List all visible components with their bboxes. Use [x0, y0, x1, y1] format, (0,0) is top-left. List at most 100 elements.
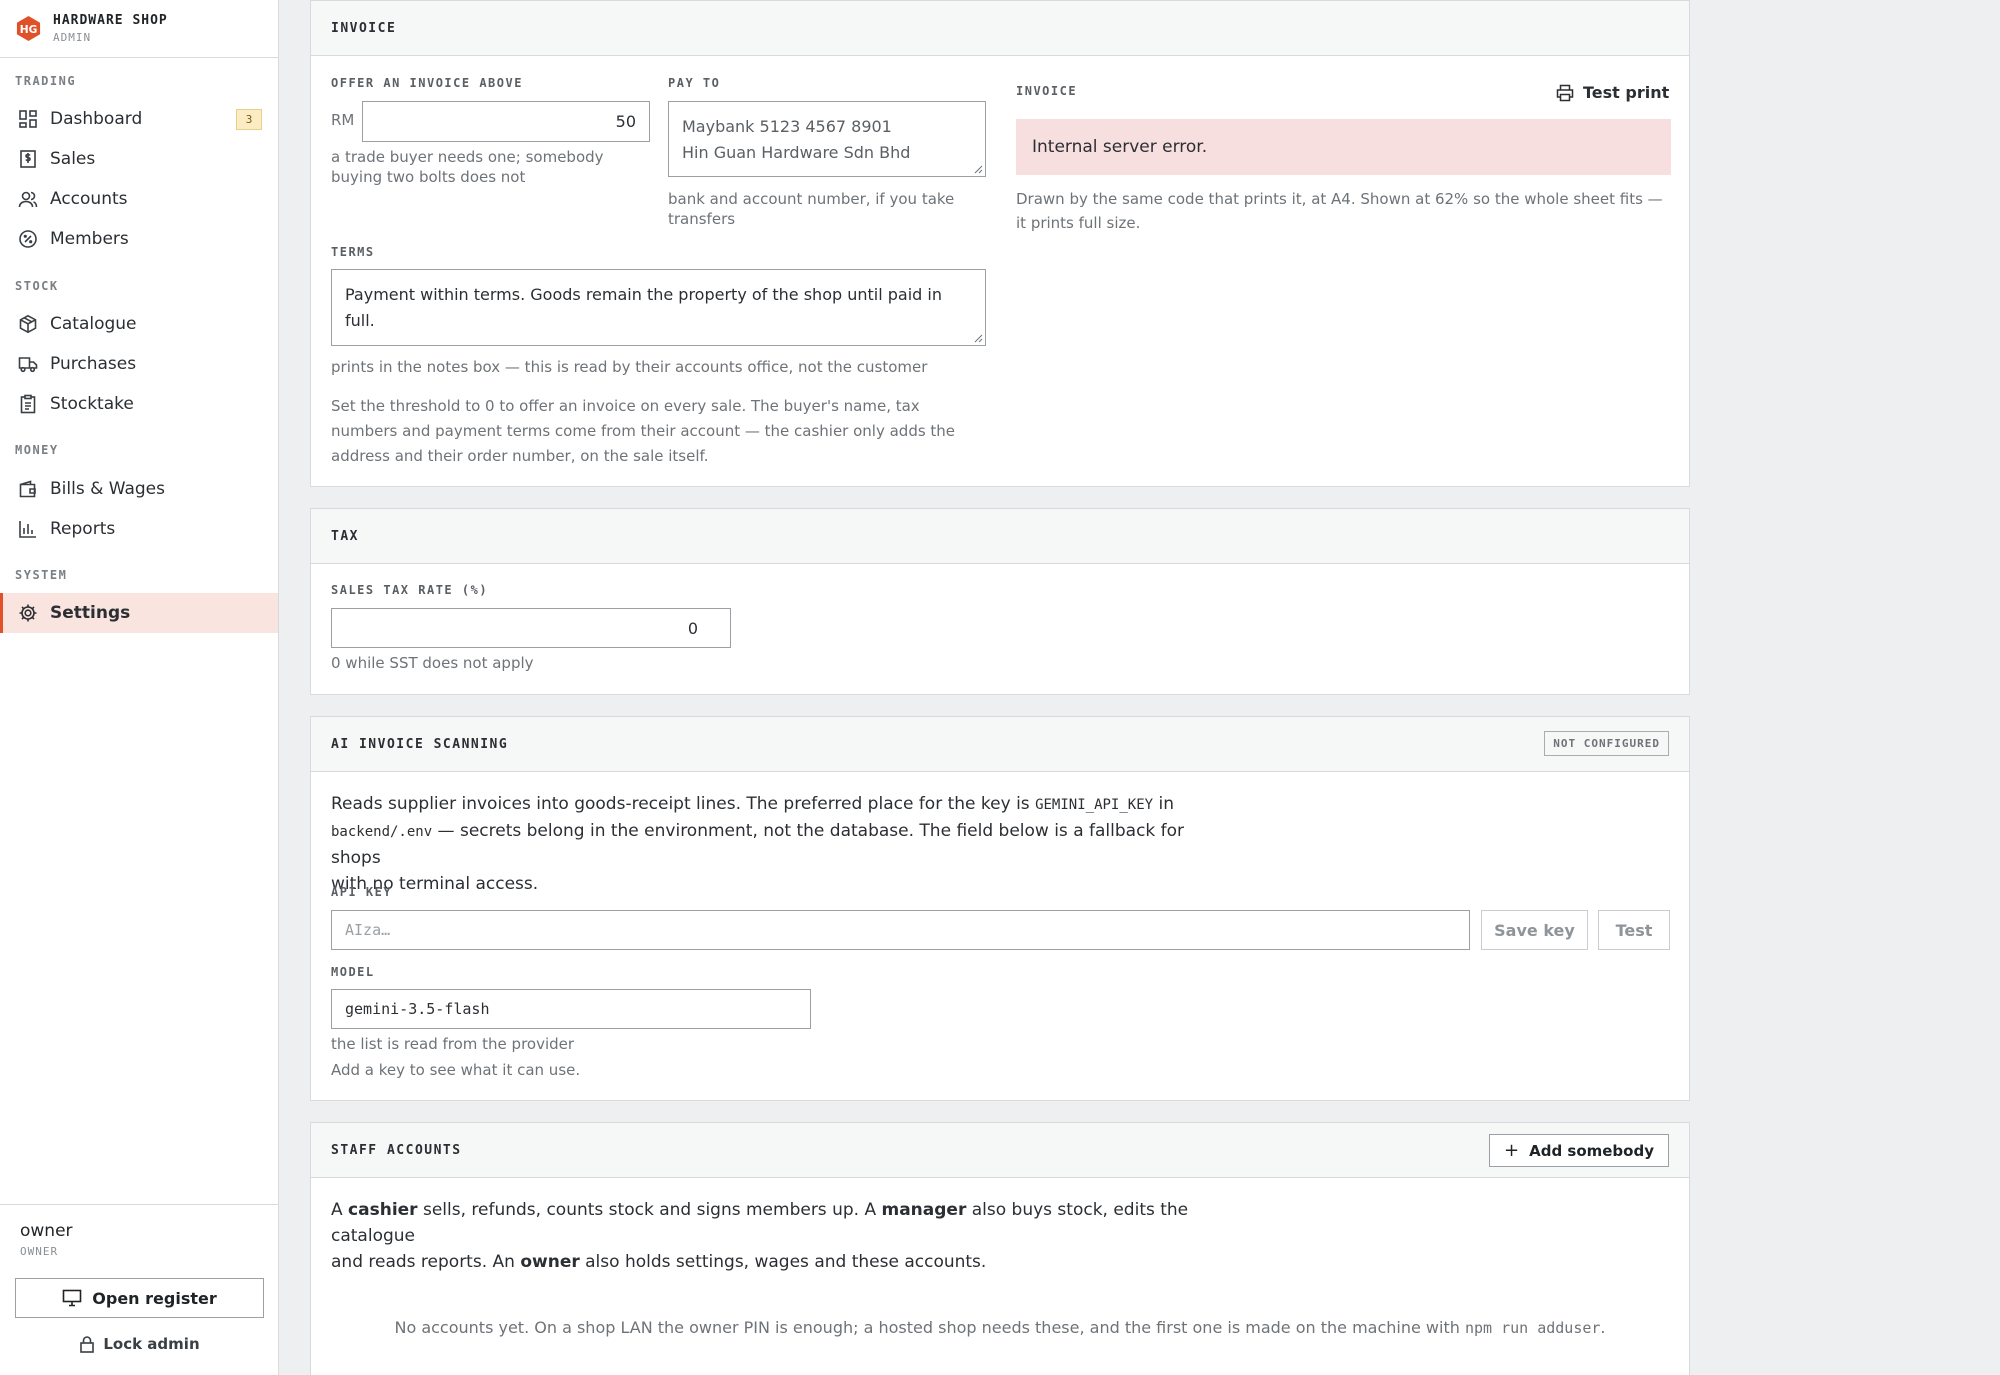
api-key-input[interactable]: AIza…: [331, 910, 1470, 950]
pay-to-label: PAY TO: [668, 76, 721, 90]
model-hint: the list is read from the provider: [331, 1035, 575, 1053]
threshold-label: OFFER AN INVOICE ABOVE: [331, 76, 523, 90]
brand: HG HARDWARE SHOP ADMIN: [0, 0, 278, 58]
sidebar-item-label: Reports: [50, 519, 116, 539]
printer-icon: [1556, 84, 1574, 101]
lock-admin-label: Lock admin: [103, 1335, 200, 1353]
desc-text: A: [331, 1200, 349, 1220]
ai-scanning-description: Reads supplier invoices into goods-recei…: [331, 791, 1231, 897]
staff-empty-state: No accounts yet. On a shop LAN the owner…: [311, 1318, 1689, 1338]
sidebar-item-members[interactable]: Members: [0, 219, 278, 259]
dashboard-icon: [18, 109, 38, 129]
terms-hint: prints in the notes box — this is read b…: [331, 358, 928, 376]
sidebar-item-label: Purchases: [50, 354, 137, 374]
nav-section-system: SYSTEM: [15, 568, 68, 582]
terms-label: TERMS: [331, 245, 375, 259]
terms-textarea[interactable]: Payment within terms. Goods remain the p…: [331, 269, 986, 346]
add-somebody-label: Add somebody: [1529, 1141, 1654, 1160]
staff-accounts-panel-title: STAFF ACCOUNTS: [331, 1142, 462, 1158]
staff-accounts-panel: STAFF ACCOUNTS + Add somebody A cashier …: [310, 1122, 1690, 1375]
empty-state-text: No accounts yet. On a shop LAN the owner…: [394, 1318, 1465, 1337]
invoice-preview-hint: Drawn by the same code that prints it, a…: [1016, 190, 1663, 232]
sidebar-item-bills-wages[interactable]: Bills & Wages: [0, 469, 278, 509]
threshold-hint: a trade buyer needs one; somebody buying…: [331, 148, 604, 186]
wallet-icon: [18, 479, 38, 499]
pay-to-line-1: Maybank 5123 4567 8901: [682, 117, 892, 136]
env-file-code: backend/.env: [331, 824, 433, 840]
terms-text: Payment within terms. Goods remain the p…: [345, 285, 942, 330]
resize-grip-icon: [974, 334, 983, 343]
nav-section-money: MONEY: [15, 443, 59, 457]
pay-to-hint: bank and account number, if you take tra…: [668, 190, 955, 228]
brand-logo-icon: HG: [16, 15, 41, 42]
tax-panel-title: TAX: [331, 528, 359, 544]
monitor-icon: [62, 1289, 82, 1307]
sales-tax-rate-label: SALES TAX RATE (%): [331, 583, 489, 597]
threshold-input[interactable]: 50: [362, 101, 650, 142]
box-icon: [18, 314, 38, 334]
sidebar-item-stocktake[interactable]: Stocktake: [0, 384, 278, 424]
brand-title: HARDWARE SHOP: [53, 13, 168, 28]
sidebar-item-catalogue[interactable]: Catalogue: [0, 304, 278, 344]
desc-text: and reads reports. An: [331, 1252, 521, 1272]
sidebar-item-reports[interactable]: Reports: [0, 509, 278, 549]
sidebar-item-label: Settings: [50, 603, 131, 623]
badge-percent-icon: [18, 229, 38, 249]
sidebar-item-label: Stocktake: [50, 394, 134, 414]
open-register-label: Open register: [92, 1288, 217, 1308]
gear-icon: [18, 603, 38, 623]
sidebar-item-label: Dashboard: [50, 109, 143, 129]
sales-tax-rate-input[interactable]: 0: [331, 608, 731, 648]
test-print-button[interactable]: Test print: [1556, 83, 1669, 102]
sidebar: HG HARDWARE SHOP ADMIN TRADING Dashboard…: [0, 0, 279, 1375]
sidebar-item-label: Bills & Wages: [50, 479, 165, 499]
pay-to-textarea[interactable]: Maybank 5123 4567 8901 Hin Guan Hardware…: [668, 101, 986, 177]
nav-section-stock: STOCK: [15, 279, 59, 293]
nav-section-trading: TRADING: [15, 74, 77, 88]
truck-icon: [18, 354, 38, 374]
sidebar-item-dashboard[interactable]: Dashboard 3: [0, 99, 278, 139]
tax-panel-header: TAX: [311, 509, 1689, 564]
plus-icon: +: [1504, 1140, 1520, 1161]
api-key-label: API KEY: [331, 885, 393, 899]
desc-text: Reads supplier invoices into goods-recei…: [331, 794, 1036, 814]
desc-text: — secrets belong in the environment, not…: [331, 821, 1185, 868]
test-key-button[interactable]: Test: [1598, 910, 1670, 950]
desc-text: with no terminal access.: [331, 874, 539, 894]
tax-panel: TAX SALES TAX RATE (%) 0 0 while SST doe…: [310, 508, 1690, 695]
ai-scanning-panel-title: AI INVOICE SCANNING: [331, 736, 509, 752]
sidebar-item-label: Members: [50, 229, 129, 249]
user-role: OWNER: [20, 1245, 59, 1258]
users-icon: [18, 189, 38, 209]
lock-admin-button[interactable]: Lock admin: [15, 1330, 264, 1358]
role-owner: owner: [520, 1252, 580, 1272]
resize-grip-icon: [974, 165, 983, 174]
currency-prefix: RM: [331, 111, 355, 129]
ai-scanning-panel-header: AI INVOICE SCANNING NOT CONFIGURED: [311, 717, 1689, 772]
invoice-preview-label: INVOICE: [1016, 84, 1078, 98]
bar-chart-icon: [18, 519, 38, 539]
brand-subtitle: ADMIN: [53, 31, 92, 44]
sales-tax-rate-hint: 0 while SST does not apply: [331, 654, 534, 672]
sidebar-item-label: Sales: [50, 149, 96, 169]
dashboard-count-badge: 3: [236, 109, 262, 130]
model-label: MODEL: [331, 965, 375, 979]
open-register-button[interactable]: Open register: [15, 1278, 264, 1318]
invoice-preview-error: Internal server error.: [1016, 119, 1671, 175]
save-key-button[interactable]: Save key: [1481, 910, 1588, 950]
clipboard-icon: [18, 394, 38, 414]
model-hint-secondary: Add a key to see what it can use.: [331, 1061, 581, 1079]
status-badge: NOT CONFIGURED: [1544, 731, 1669, 756]
receipt-dollar-icon: [18, 149, 38, 169]
model-input[interactable]: gemini-3.5-flash: [331, 989, 811, 1029]
sidebar-item-sales[interactable]: Sales: [0, 139, 278, 179]
sidebar-item-settings[interactable]: Settings: [0, 593, 278, 633]
sidebar-item-accounts[interactable]: Accounts: [0, 179, 278, 219]
sidebar-item-purchases[interactable]: Purchases: [0, 344, 278, 384]
desc-text: in: [1153, 794, 1174, 814]
staff-roles-description: A cashier sells, refunds, counts stock a…: [331, 1197, 1231, 1275]
add-somebody-button[interactable]: + Add somebody: [1489, 1134, 1669, 1167]
desc-text: sells, refunds, counts stock and signs m…: [417, 1200, 882, 1220]
adduser-command-code: npm run adduser: [1464, 1319, 1601, 1337]
sidebar-item-label: Accounts: [50, 189, 128, 209]
